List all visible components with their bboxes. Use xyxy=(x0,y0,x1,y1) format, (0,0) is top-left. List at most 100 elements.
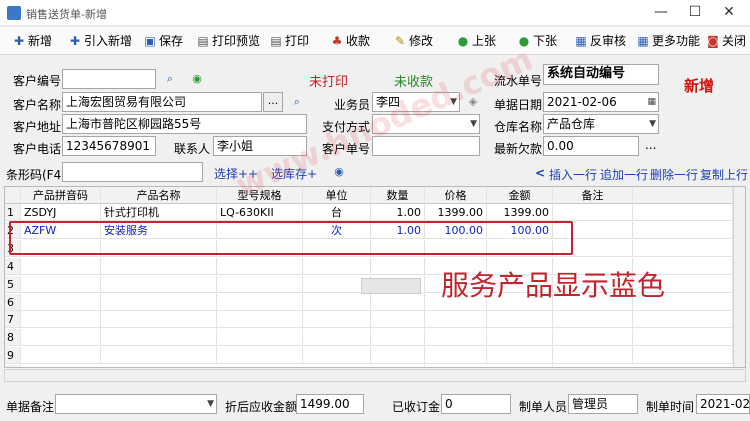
total-quantity: 2.00 xyxy=(371,365,425,367)
customer-name-input[interactable]: 上海宏图贸易有限公司 xyxy=(62,92,262,112)
more-functions-button[interactable]: ▦ 更多功能 xyxy=(636,31,700,51)
create-time-label: 制单时间 xyxy=(646,400,695,414)
table-cell[interactable] xyxy=(101,293,217,311)
table-cell[interactable] xyxy=(371,311,425,329)
table-cell[interactable] xyxy=(553,311,633,329)
warehouse-select[interactable]: 产品仓库 ▼ xyxy=(543,114,659,134)
table-cell[interactable] xyxy=(425,329,487,347)
unapprove-button[interactable]: ▦ 反审核 xyxy=(574,31,626,51)
print-button[interactable]: ▤ 打印 xyxy=(269,31,309,51)
print-preview-button[interactable]: ▤ 打印预览 xyxy=(196,31,260,51)
table-cell[interactable] xyxy=(303,257,371,275)
table-cell[interactable] xyxy=(101,347,217,365)
table-cell[interactable] xyxy=(21,275,101,293)
receive-payment-button[interactable]: ♣ 收款 xyxy=(330,31,370,51)
table-cell[interactable] xyxy=(553,329,633,347)
mode-tag: 新增 xyxy=(684,77,715,95)
table-cell[interactable] xyxy=(425,347,487,365)
row-number: 1 xyxy=(5,204,21,221)
date-picker[interactable]: 2021-02-06 ▦ xyxy=(543,92,659,112)
table-cell[interactable]: LQ-630KII xyxy=(217,204,303,221)
globe-icon[interactable]: ◉ xyxy=(190,72,204,86)
new-button[interactable]: ✚ 新增 xyxy=(12,31,52,51)
phone-label: 客户电话 xyxy=(13,142,62,156)
table-cell[interactable]: 1399.00 xyxy=(425,204,487,221)
row-number: 8 xyxy=(5,329,21,347)
table-cell[interactable] xyxy=(21,293,101,311)
close-button[interactable]: ◙ 关闭 xyxy=(706,31,746,51)
table-cell[interactable] xyxy=(101,311,217,329)
table-cell[interactable] xyxy=(101,329,217,347)
copy-row-link[interactable]: 复制上行 xyxy=(700,166,748,183)
table-cell[interactable] xyxy=(101,257,217,275)
table-cell[interactable]: 1.00 xyxy=(371,204,425,221)
address-label: 客户地址 xyxy=(13,120,62,134)
table-cell[interactable] xyxy=(371,329,425,347)
table-cell[interactable] xyxy=(101,275,217,293)
table-cell[interactable] xyxy=(371,293,425,311)
edit-button[interactable]: ✎ 修改 xyxy=(393,31,433,51)
column-header[interactable]: 产品拼音码 xyxy=(21,187,101,204)
table-cell[interactable] xyxy=(217,275,303,293)
table-cell[interactable] xyxy=(303,329,371,347)
table-cell[interactable]: 针式打印机 xyxy=(101,204,217,221)
column-header[interactable]: 价格 xyxy=(425,187,487,204)
search-icon[interactable]: ⌕ xyxy=(290,95,304,109)
table-cell[interactable] xyxy=(217,347,303,365)
insert-row-link[interactable]: 插入一行 xyxy=(549,166,597,183)
save-button[interactable]: ▣ 保存 xyxy=(143,31,183,51)
column-header-blank xyxy=(5,187,21,204)
table-cell xyxy=(633,204,733,221)
table-cell[interactable] xyxy=(553,204,633,221)
previous-button[interactable]: ● 上张 xyxy=(456,31,496,51)
table-cell[interactable]: 台 xyxy=(303,204,371,221)
column-header[interactable]: 产品名称 xyxy=(101,187,217,204)
table-cell[interactable] xyxy=(425,311,487,329)
maximize-button[interactable]: ☐ xyxy=(680,2,710,22)
table-cell[interactable]: ZSDYJ xyxy=(21,204,101,221)
row-number: 9 xyxy=(5,347,21,365)
remark-select[interactable]: ▼ xyxy=(55,394,217,414)
active-cell[interactable] xyxy=(361,277,421,294)
table-cell[interactable] xyxy=(21,311,101,329)
column-header[interactable]: 备注 xyxy=(553,187,633,204)
globe-icon[interactable]: ◉ xyxy=(332,165,346,179)
table-cell[interactable] xyxy=(303,293,371,311)
minimize-button[interactable]: — xyxy=(646,2,676,22)
table-cell[interactable] xyxy=(487,329,553,347)
contact-label: 联系人 xyxy=(174,142,211,156)
search-icon[interactable]: ⌕ xyxy=(163,72,177,86)
table-cell[interactable] xyxy=(303,311,371,329)
append-row-link[interactable]: 追加一行 xyxy=(600,166,648,183)
table-cell[interactable] xyxy=(21,347,101,365)
table-cell[interactable] xyxy=(303,347,371,365)
debt-more-button[interactable]: ... xyxy=(645,138,656,152)
phone-input[interactable]: 12345678901 xyxy=(62,136,156,156)
table-cell[interactable] xyxy=(217,293,303,311)
vertical-scrollbar[interactable] xyxy=(733,187,745,367)
table-cell[interactable] xyxy=(371,347,425,365)
table-cell[interactable] xyxy=(21,329,101,347)
table-cell[interactable] xyxy=(487,311,553,329)
browse-customer-button[interactable]: ... xyxy=(263,92,283,112)
horizontal-scrollbar[interactable] xyxy=(4,369,746,382)
barcode-input[interactable] xyxy=(62,162,203,182)
close-window-button[interactable]: ✕ xyxy=(714,2,744,22)
table-cell[interactable] xyxy=(217,257,303,275)
import-new-button[interactable]: ✚ 引入新增 xyxy=(68,31,132,51)
table-cell[interactable] xyxy=(217,311,303,329)
table-cell[interactable] xyxy=(217,329,303,347)
app-icon xyxy=(7,6,21,20)
table-cell[interactable] xyxy=(553,347,633,365)
paid-deposit-label: 已收订金 xyxy=(392,400,441,414)
table-cell[interactable]: 1399.00 xyxy=(487,204,553,221)
column-header[interactable]: 单位 xyxy=(303,187,371,204)
address-input[interactable]: 上海市普陀区柳园路55号 xyxy=(62,114,307,134)
customer-code-input[interactable] xyxy=(62,69,156,89)
table-cell[interactable] xyxy=(487,347,553,365)
table-cell[interactable] xyxy=(371,257,425,275)
delete-row-link[interactable]: 删除一行 xyxy=(650,166,698,183)
table-cell[interactable] xyxy=(21,257,101,275)
column-header[interactable]: 数量 xyxy=(371,187,425,204)
column-header[interactable]: 金额 xyxy=(487,187,553,204)
